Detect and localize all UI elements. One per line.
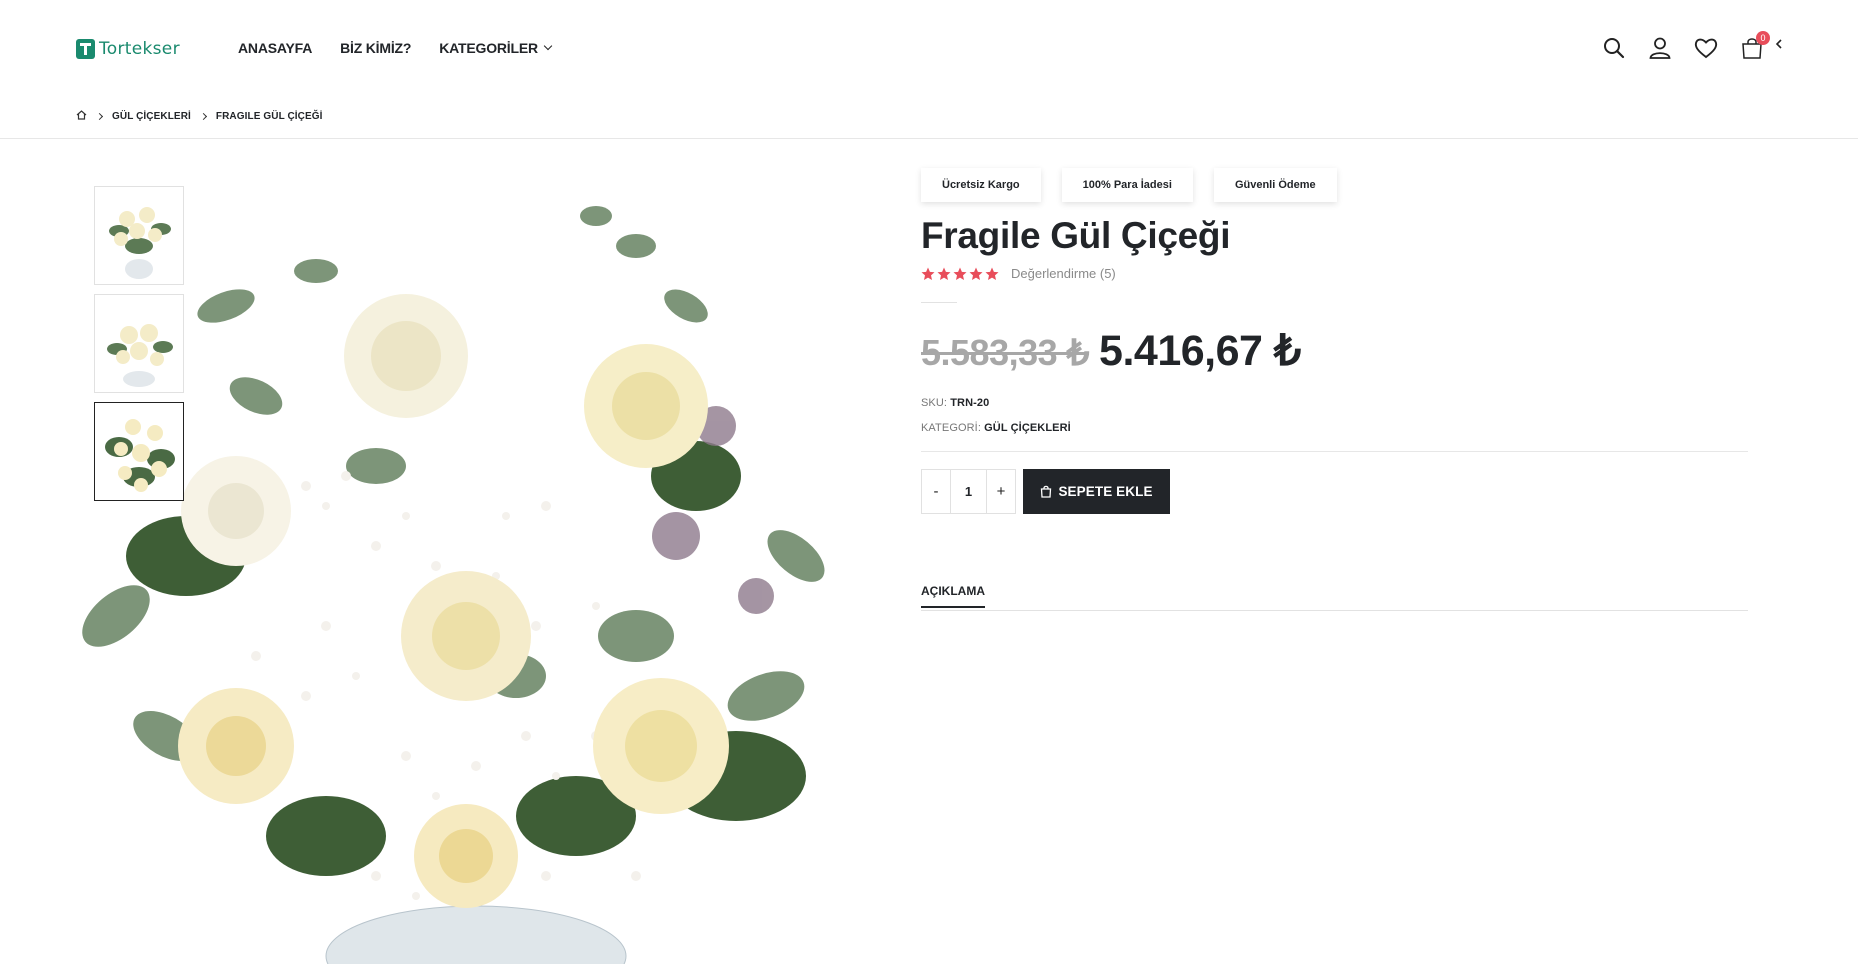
rating-stars	[921, 267, 999, 281]
logo[interactable]: Tortekser	[76, 39, 180, 59]
site-header: Tortekser ANASAYFA BİZ KİMİZ? KATEGORİLE…	[0, 0, 1858, 100]
nav-categories[interactable]: KATEGORİLER	[439, 40, 553, 56]
qty-decrease-button[interactable]: -	[922, 470, 950, 513]
rating-divider	[921, 302, 957, 303]
thumbnail-2[interactable]	[94, 294, 184, 393]
star-icon	[921, 267, 935, 280]
star-icon	[937, 267, 951, 280]
badge-money-back: 100% Para İadesi	[1061, 168, 1193, 202]
product-main-image[interactable]	[76, 176, 866, 964]
star-icon	[969, 267, 983, 280]
home-icon[interactable]	[76, 110, 87, 123]
tab-description[interactable]: AÇIKLAMA	[921, 584, 985, 608]
product-rating: Değerlendirme (5)	[921, 266, 1116, 281]
category-label: KATEGORİ:	[921, 422, 981, 434]
cart-icon[interactable]: 0	[1738, 31, 1770, 62]
logo-text: Tortekser	[99, 39, 180, 59]
header-icons: 0	[1600, 31, 1770, 62]
cart-count-badge: 0	[1756, 31, 1770, 45]
breadcrumb-separator-icon	[199, 112, 207, 121]
thumbnail-list	[94, 186, 184, 501]
chevron-left-icon[interactable]	[1774, 37, 1784, 49]
main-nav: ANASAYFA BİZ KİMİZ? KATEGORİLER	[238, 40, 553, 56]
thumbnail-1[interactable]	[94, 186, 184, 285]
add-to-cart-label: SEPETE EKLE	[1058, 484, 1153, 499]
header-divider	[0, 138, 1858, 139]
rating-count-link[interactable]: Değerlendirme (5)	[1011, 266, 1116, 281]
logo-icon	[76, 39, 95, 59]
heart-icon[interactable]	[1692, 34, 1720, 62]
sale-price: 5.416,67 ₺	[1099, 327, 1301, 375]
breadcrumb: GÜL ÇİÇEKLERİ FRAGILE GÜL ÇİÇEĞİ	[76, 110, 323, 123]
product-badges: Ücretsiz Kargo 100% Para İadesi Güvenli …	[921, 168, 1337, 202]
product-sku: SKU: TRN-20	[921, 397, 989, 409]
user-icon[interactable]	[1646, 34, 1674, 62]
product-tabs: AÇIKLAMA	[921, 584, 1748, 611]
quantity-stepper: - 1 +	[921, 469, 1016, 514]
qty-increase-button[interactable]: +	[987, 470, 1015, 513]
old-price: 5.583,33 ₺	[921, 332, 1090, 373]
badge-free-shipping: Ücretsiz Kargo	[921, 168, 1041, 202]
breadcrumb-current: FRAGILE GÜL ÇİÇEĞİ	[215, 111, 323, 122]
sku-label: SKU:	[921, 397, 948, 409]
search-icon[interactable]	[1600, 34, 1628, 62]
star-icon	[953, 267, 967, 280]
nav-home[interactable]: ANASAYFA	[238, 40, 312, 56]
sku-value: TRN-20	[950, 397, 990, 409]
product-title: Fragile Gül Çiçeği	[921, 215, 1231, 256]
product-category: KATEGORİ: GÜL ÇİÇEKLERİ	[921, 422, 1071, 434]
qty-input[interactable]: 1	[950, 470, 987, 513]
nav-about[interactable]: BİZ KİMİZ?	[340, 40, 411, 56]
meta-divider	[921, 451, 1748, 452]
chevron-down-icon	[543, 41, 553, 51]
thumbnail-3[interactable]	[94, 402, 184, 501]
badge-secure-payment: Güvenli Ödeme	[1213, 168, 1337, 202]
add-to-cart-button[interactable]: SEPETE EKLE	[1023, 469, 1170, 514]
product-prices: 5.583,33 ₺ 5.416,67 ₺	[921, 326, 1301, 376]
breadcrumb-separator-icon	[95, 112, 104, 121]
star-icon	[985, 267, 999, 280]
breadcrumb-category[interactable]: GÜL ÇİÇEKLERİ	[112, 111, 191, 122]
category-link[interactable]: GÜL ÇİÇEKLERİ	[984, 422, 1071, 434]
shopping-bag-icon	[1041, 485, 1052, 498]
